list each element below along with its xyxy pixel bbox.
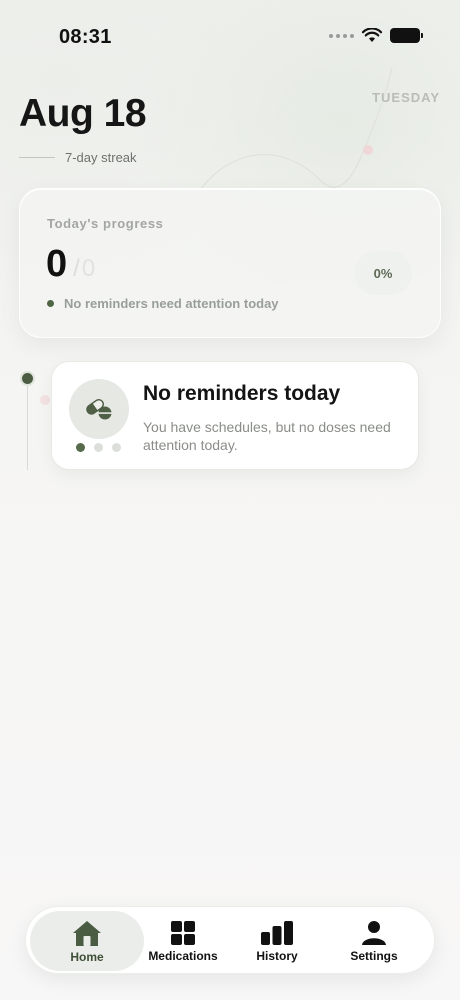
bottom-tab-bar: Home Medications History Settings — [25, 906, 435, 974]
pager-dot — [94, 443, 103, 452]
bar-chart-icon — [261, 920, 293, 945]
tab-label: Settings — [350, 948, 398, 963]
streak-text: 7-day streak — [65, 150, 137, 165]
pills-icon — [86, 399, 112, 420]
doses-taken-count: 0 — [46, 243, 68, 285]
wifi-icon — [362, 28, 382, 42]
tab-home[interactable]: Home — [30, 911, 144, 971]
progress-label: Today's progress — [47, 216, 164, 231]
progress-status: No reminders need attention today — [47, 296, 279, 311]
progress-status-text: No reminders need attention today — [64, 296, 279, 311]
cellular-signal-icon — [329, 33, 354, 38]
timeline-line — [27, 386, 28, 470]
timeline-node — [20, 371, 35, 386]
streak-divider — [19, 157, 55, 158]
home-icon — [73, 920, 101, 946]
progress-percent: 0% — [354, 251, 412, 295]
count-separator: / — [73, 255, 80, 282]
status-time: 08:31 — [59, 26, 112, 48]
tab-label: Medications — [148, 948, 218, 963]
pill-icon-badge — [69, 379, 129, 439]
tab-settings[interactable]: Settings — [326, 911, 422, 971]
status-icons — [329, 28, 423, 43]
reminder-card-description: You have schedules, but no doses need at… — [143, 419, 391, 453]
progress-card[interactable]: Today's progress 0 / 0 0% No reminders n… — [19, 188, 441, 338]
status-bar: 08:31 — [0, 0, 460, 70]
pager-dot — [112, 443, 121, 452]
reminder-card-title: No reminders today — [143, 382, 341, 405]
person-icon — [362, 920, 386, 945]
streak-indicator: 7-day streak — [19, 150, 137, 165]
grid-icon — [171, 920, 195, 945]
empty-reminders-card[interactable]: No reminders today You have schedules, b… — [51, 361, 419, 470]
tab-label: History — [256, 948, 298, 963]
page-title: Aug 18 — [19, 92, 147, 135]
pager-dot — [76, 443, 85, 452]
tab-history[interactable]: History — [242, 911, 312, 971]
tab-medications[interactable]: Medications — [144, 911, 222, 971]
battery-icon — [390, 28, 423, 43]
doses-total-count: 0 — [81, 255, 96, 282]
weekday-label: TUESDAY — [372, 90, 440, 105]
pager-dots — [76, 443, 121, 452]
status-dot-icon — [47, 300, 54, 307]
tab-label: Home — [70, 949, 104, 964]
progress-count: 0 / 0 — [46, 243, 95, 286]
